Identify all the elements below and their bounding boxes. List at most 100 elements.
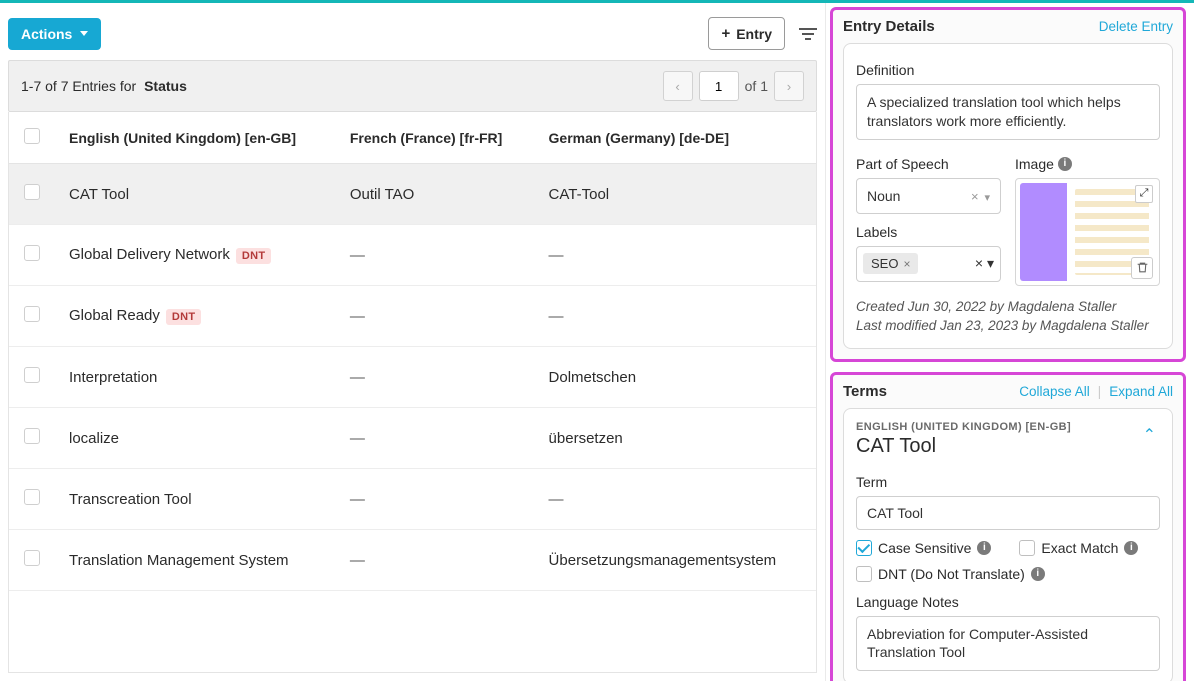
cell-en: Translation Management System <box>55 530 336 591</box>
entry-details-panel: Entry Details Delete Entry Definition A … <box>830 7 1186 362</box>
status-bar: 1-7 of 7 Entries for Status ‹ of 1 › <box>8 60 817 112</box>
info-icon[interactable]: i <box>1031 567 1045 581</box>
row-checkbox[interactable] <box>24 367 40 383</box>
cell-en: localize <box>55 408 336 469</box>
plus-icon: + <box>721 25 730 42</box>
label-tag: SEO × <box>863 253 918 274</box>
row-checkbox[interactable] <box>24 489 40 505</box>
clear-icon[interactable]: × <box>975 255 983 271</box>
toolbar: Actions + Entry <box>8 11 817 60</box>
expand-icon[interactable]: ⤢ <box>1135 185 1153 203</box>
cell-en: Global Delivery NetworkDNT <box>55 225 336 286</box>
cell-en: Interpretation <box>55 347 336 408</box>
actions-label: Actions <box>21 26 72 42</box>
created-meta: Created Jun 30, 2022 by Magdalena Stalle… <box>856 298 1160 317</box>
clear-icon[interactable]: × <box>971 189 979 204</box>
language-notes-input[interactable]: Abbreviation for Computer-Assisted Trans… <box>856 616 1160 672</box>
labels-label: Labels <box>856 224 1001 240</box>
cell-en: CAT Tool <box>55 164 336 225</box>
table-row[interactable]: Interpretation—Dolmetschen <box>9 347 816 408</box>
actions-dropdown[interactable]: Actions <box>8 18 101 50</box>
cell-fr: Outil TAO <box>336 164 535 225</box>
image-label: Image i <box>1015 156 1160 172</box>
col-header-fr: French (France) [fr-FR] <box>336 112 535 164</box>
cell-fr: — <box>336 408 535 469</box>
row-checkbox[interactable] <box>24 550 40 566</box>
pos-label: Part of Speech <box>856 156 1001 172</box>
term-input[interactable] <box>856 496 1160 530</box>
delete-entry-link[interactable]: Delete Entry <box>1099 19 1173 34</box>
cell-de: — <box>535 469 816 530</box>
cell-fr: — <box>336 225 535 286</box>
case-sensitive-checkbox[interactable] <box>856 540 872 556</box>
expand-all-link[interactable]: Expand All <box>1109 384 1173 399</box>
pager: ‹ of 1 › <box>663 71 804 101</box>
cell-de: CAT-Tool <box>535 164 816 225</box>
row-checkbox[interactable] <box>24 184 40 200</box>
table-row[interactable]: Transcreation Tool—— <box>9 469 816 530</box>
cell-de: — <box>535 286 816 347</box>
trash-icon[interactable] <box>1131 257 1153 279</box>
dnt-checkbox[interactable] <box>856 566 872 582</box>
entries-table: English (United Kingdom) [en-GB] French … <box>8 112 817 673</box>
collapse-all-link[interactable]: Collapse All <box>1019 384 1090 399</box>
table-row[interactable]: localize—übersetzen <box>9 408 816 469</box>
table-row[interactable]: Global Delivery NetworkDNT—— <box>9 225 816 286</box>
definition-input[interactable]: A specialized translation tool which hel… <box>856 84 1160 140</box>
select-all-checkbox[interactable] <box>24 128 40 144</box>
cell-fr: — <box>336 347 535 408</box>
col-header-de: German (Germany) [de-DE] <box>535 112 816 164</box>
row-checkbox[interactable] <box>24 245 40 261</box>
cell-fr: — <box>336 530 535 591</box>
dnt-badge: DNT <box>166 309 202 325</box>
exact-match-checkbox[interactable] <box>1019 540 1035 556</box>
table-row[interactable]: Translation Management System—Übersetzun… <box>9 530 816 591</box>
result-range: 1-7 of 7 Entries for <box>21 78 136 94</box>
filter-field: Status <box>144 78 187 94</box>
modified-meta: Last modified Jan 23, 2023 by Magdalena … <box>856 317 1160 336</box>
exact-match-label: Exact Match <box>1041 540 1118 556</box>
entry-label: Entry <box>736 26 772 42</box>
cell-en: Global ReadyDNT <box>55 286 336 347</box>
terms-panel: Terms Collapse All | Expand All ENGLISH … <box>830 372 1186 681</box>
language-notes-label: Language Notes <box>856 594 1160 610</box>
cell-de: Dolmetschen <box>535 347 816 408</box>
definition-label: Definition <box>856 62 1160 78</box>
cell-de: Übersetzungsmanagementsystem <box>535 530 816 591</box>
term-heading: CAT Tool <box>856 435 1071 458</box>
labels-input[interactable]: SEO × × ▾ <box>856 246 1001 282</box>
pos-value: Noun <box>867 188 900 204</box>
add-entry-button[interactable]: + Entry <box>708 17 785 50</box>
remove-tag-icon[interactable]: × <box>903 257 910 271</box>
chevron-up-icon[interactable]: ⌃ <box>1139 421 1160 449</box>
terms-title: Terms <box>843 383 887 400</box>
dnt-badge: DNT <box>236 248 272 264</box>
next-page-button[interactable]: › <box>774 71 804 101</box>
page-input[interactable] <box>699 71 739 101</box>
filter-icon[interactable] <box>799 25 817 43</box>
page-of-label: of 1 <box>745 78 768 94</box>
case-sensitive-label: Case Sensitive <box>878 540 971 556</box>
col-header-en: English (United Kingdom) [en-GB] <box>55 112 336 164</box>
cell-en: Transcreation Tool <box>55 469 336 530</box>
prev-page-button[interactable]: ‹ <box>663 71 693 101</box>
info-icon[interactable]: i <box>1124 541 1138 555</box>
info-icon[interactable]: i <box>977 541 991 555</box>
table-row[interactable]: Global ReadyDNT—— <box>9 286 816 347</box>
table-row[interactable]: CAT ToolOutil TAOCAT-Tool <box>9 164 816 225</box>
chevron-down-icon: ▾ <box>984 192 990 204</box>
chevron-down-icon <box>80 31 88 36</box>
cell-de: — <box>535 225 816 286</box>
term-label: Term <box>856 474 1160 490</box>
dnt-label: DNT (Do Not Translate) <box>878 566 1025 582</box>
cell-fr: — <box>336 286 535 347</box>
image-preview[interactable]: ⤢ <box>1015 178 1160 286</box>
chevron-down-icon: ▾ <box>987 255 994 271</box>
pos-select[interactable]: Noun × ▾ <box>856 178 1001 214</box>
row-checkbox[interactable] <box>24 306 40 322</box>
info-icon[interactable]: i <box>1058 157 1072 171</box>
cell-de: übersetzen <box>535 408 816 469</box>
entry-details-title: Entry Details <box>843 18 935 35</box>
cell-fr: — <box>336 469 535 530</box>
row-checkbox[interactable] <box>24 428 40 444</box>
